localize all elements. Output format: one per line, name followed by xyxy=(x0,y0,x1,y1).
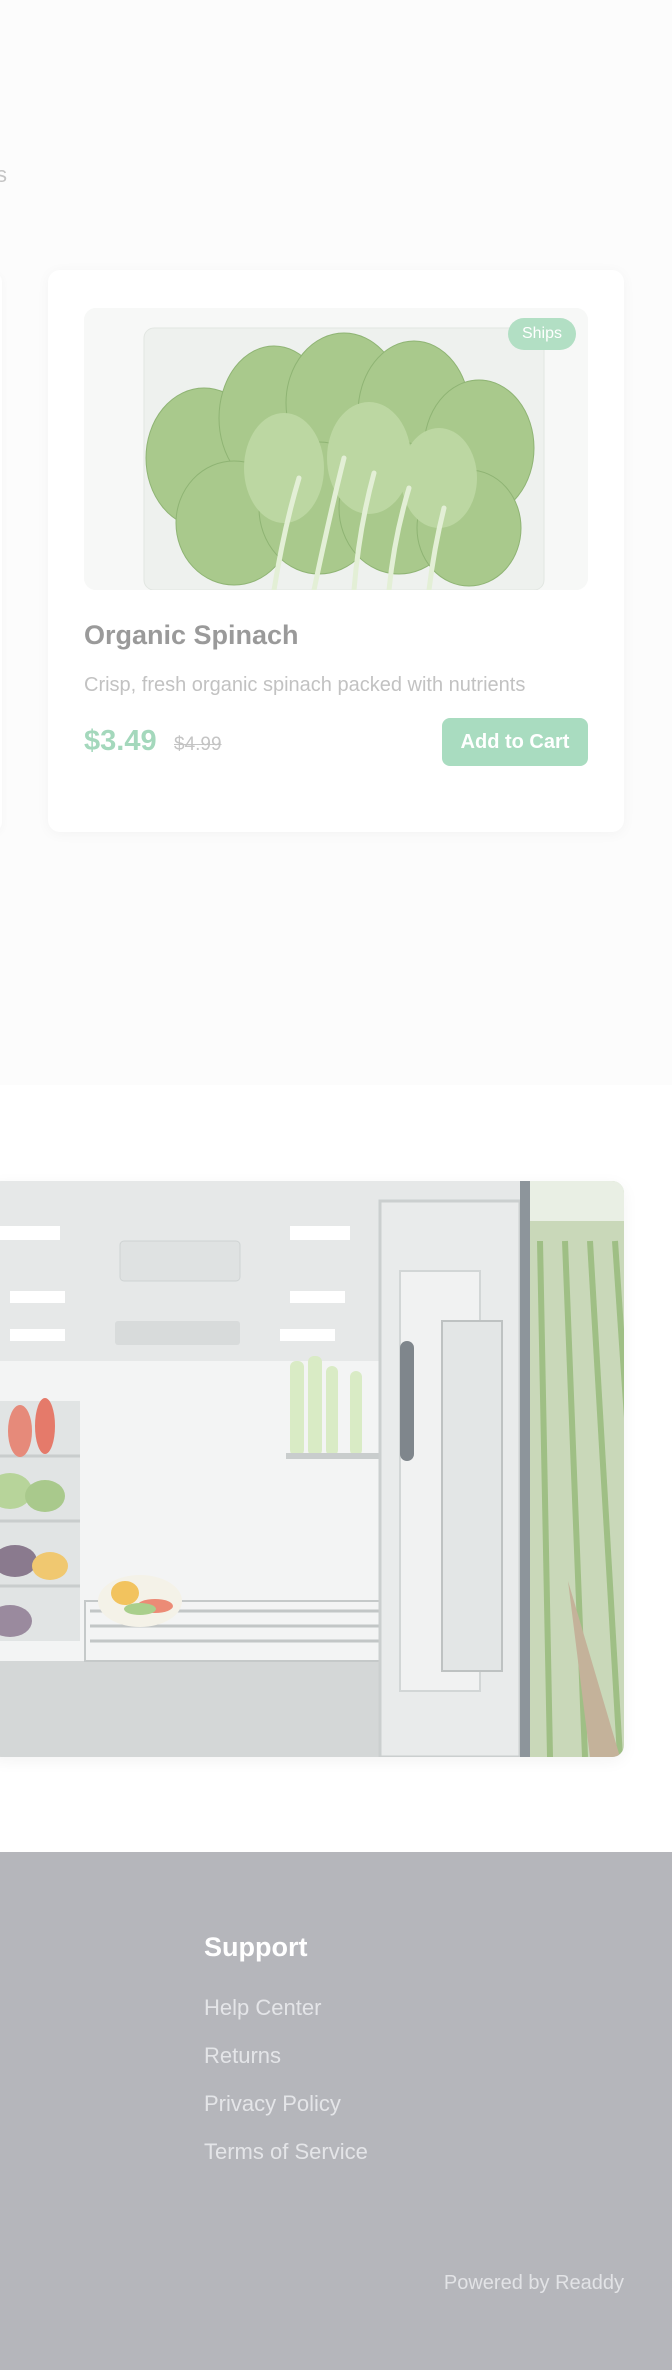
powered-by-link[interactable]: Powered by Readdy xyxy=(444,2272,624,2295)
product-description: Crisp, fresh organic spinach packed with… xyxy=(84,674,526,696)
feature-section xyxy=(0,1085,672,1852)
footer-link-returns[interactable]: Returns xyxy=(204,2040,368,2088)
product-price: $3.49 xyxy=(84,725,157,757)
footer: Support Help Center Returns Privacy Poli… xyxy=(0,1852,672,2370)
section-text-fragment: s xyxy=(0,162,7,187)
add-to-cart-button[interactable]: Add to Cart xyxy=(442,718,588,766)
footer-link-terms-of-service[interactable]: Terms of Service xyxy=(204,2136,368,2184)
ships-badge: Ships xyxy=(507,318,576,350)
product-section: s Ships Organic Spinach Crisp, fresh org… xyxy=(0,0,672,1085)
product-image[interactable] xyxy=(84,308,588,590)
delivery-truck-interior-image xyxy=(0,1181,624,1757)
footer-link-privacy-policy[interactable]: Privacy Policy xyxy=(204,2088,368,2136)
footer-link-help-center[interactable]: Help Center xyxy=(204,1992,368,2040)
footer-support-links: Help Center Returns Privacy Policy Terms… xyxy=(204,1992,368,2184)
previous-product-card[interactable] xyxy=(0,272,2,832)
product-card[interactable]: Ships Organic Spinach Crisp, fresh organ… xyxy=(48,270,624,832)
footer-support-heading: Support xyxy=(204,1932,308,1962)
truck-interior-illustration xyxy=(0,1181,624,1757)
product-name[interactable]: Organic Spinach xyxy=(84,620,299,651)
page: s Ships Organic Spinach Crisp, fresh org… xyxy=(0,0,672,2370)
spinach-illustration xyxy=(84,308,588,590)
product-original-price: $4.99 xyxy=(174,734,222,755)
